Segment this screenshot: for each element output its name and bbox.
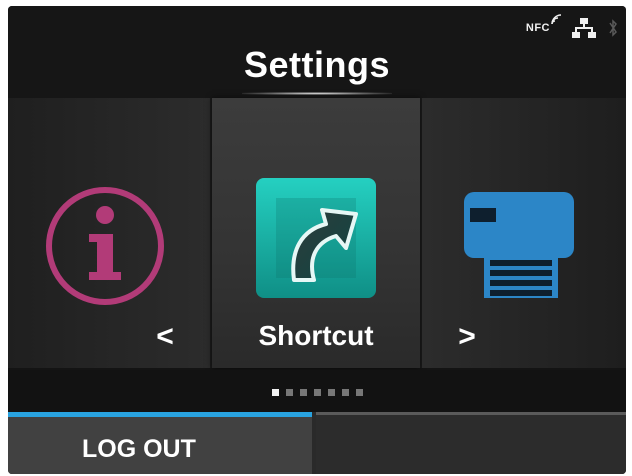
settings-carousel: < Shortcut >: [8, 98, 626, 368]
nfc-label: NFC: [525, 22, 550, 34]
page-dot: [341, 389, 349, 396]
carousel-item-label: Shortcut: [258, 320, 374, 351]
pagination-bar: [8, 370, 626, 412]
title-underline: [242, 92, 392, 95]
status-bar: NFC: [525, 14, 618, 38]
info-icon: [46, 187, 164, 305]
carousel-item-printer[interactable]: >: [422, 98, 626, 368]
logout-label: LOG OUT: [82, 435, 196, 463]
logout-button[interactable]: LOG OUT: [8, 412, 312, 474]
bluetooth-icon: [609, 19, 617, 37]
prev-arrow[interactable]: <: [150, 320, 180, 354]
nfc-waves-icon: [551, 14, 562, 25]
carousel-item-shortcut[interactable]: Shortcut: [212, 98, 420, 368]
shortcut-icon: [256, 178, 376, 298]
page-title: Settings: [243, 44, 390, 85]
page-dot: [285, 389, 293, 396]
printer-display: Settings NFC < Shortcut > LOG OUT: [8, 6, 626, 474]
network-icon: [572, 18, 596, 38]
printer-icon: [464, 192, 574, 298]
page-dot: [355, 389, 363, 396]
page-indicator: [8, 389, 626, 396]
bottom-right-slot: [316, 412, 626, 474]
carousel-item-info[interactable]: <: [8, 98, 210, 368]
page-dot: [327, 389, 335, 396]
header: Settings NFC: [8, 6, 626, 98]
page-dot: [313, 389, 321, 396]
next-arrow[interactable]: >: [452, 320, 482, 354]
bottom-bar: LOG OUT: [8, 412, 626, 474]
nfc-icon: NFC: [525, 14, 562, 34]
page-dot: [271, 389, 279, 396]
page-dot: [299, 389, 307, 396]
